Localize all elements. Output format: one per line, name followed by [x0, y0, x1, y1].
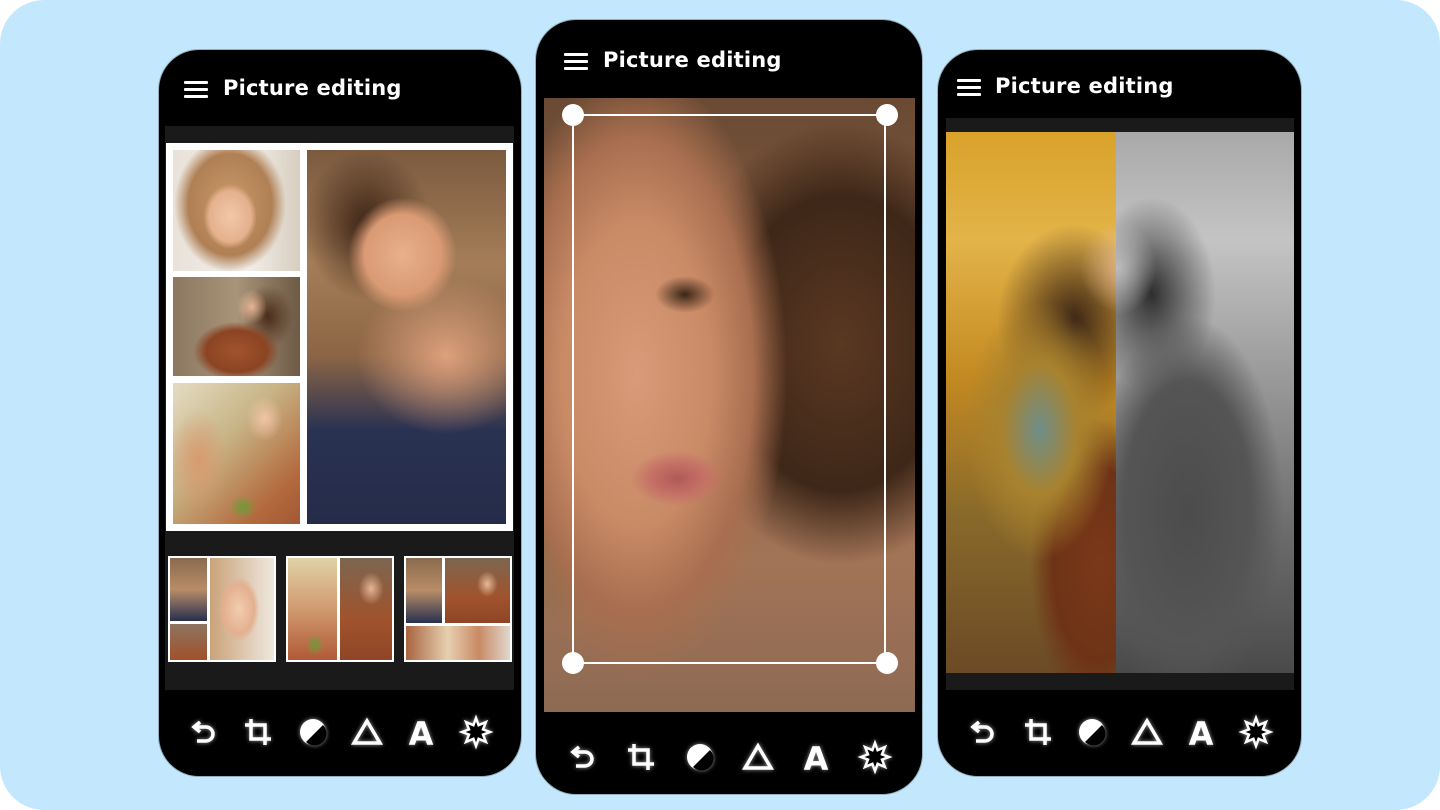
app-title: Picture editing — [995, 74, 1174, 98]
shape-button[interactable] — [350, 715, 384, 749]
crop-button[interactable] — [241, 715, 275, 749]
undo-button[interactable] — [966, 715, 1000, 749]
layout-thumbnails — [165, 556, 514, 662]
contrast-icon — [1079, 719, 1106, 746]
crop-frame[interactable] — [572, 114, 886, 664]
background-stage: Picture editing A Picture editing A Pict… — [0, 0, 1440, 810]
editor-canvas — [946, 118, 1294, 690]
text-icon: A — [1189, 715, 1214, 753]
editing-toolbar: A — [536, 735, 922, 779]
collage-photo-2[interactable] — [173, 277, 300, 376]
crop-handle-bottom-right[interactable] — [876, 652, 898, 674]
crop-icon — [628, 744, 655, 770]
text-button[interactable]: A — [404, 715, 438, 753]
collage-preview[interactable] — [166, 143, 513, 531]
app-title: Picture editing — [603, 48, 782, 72]
crop-handle-top-right[interactable] — [876, 104, 898, 126]
editing-toolbar: A — [938, 710, 1301, 754]
svg-text:A: A — [409, 715, 434, 753]
hamburger-menu-icon[interactable] — [957, 79, 981, 96]
crop-handle-bottom-left[interactable] — [562, 652, 584, 674]
contrast-button[interactable] — [683, 740, 717, 774]
contrast-icon — [686, 744, 714, 771]
shape-button[interactable] — [741, 740, 775, 774]
photo-filter-comparison[interactable] — [946, 132, 1294, 673]
undo-icon — [970, 720, 994, 743]
undo-button[interactable] — [566, 740, 600, 774]
contrast-icon — [299, 719, 327, 746]
hamburger-menu-icon[interactable] — [564, 53, 588, 70]
crop-handle-top-left[interactable] — [562, 104, 584, 126]
collage-photo-3[interactable] — [173, 383, 300, 524]
app-title: Picture editing — [223, 76, 402, 100]
svg-text:A: A — [804, 740, 829, 778]
undo-button[interactable] — [187, 715, 221, 749]
phone-filter-editor: Picture editing A — [938, 50, 1301, 776]
undo-icon — [570, 745, 594, 768]
app-header: Picture editing — [159, 50, 521, 126]
effects-button[interactable] — [458, 714, 494, 750]
triangle-icon — [742, 742, 775, 770]
effects-button[interactable] — [857, 739, 893, 775]
layout-thumbnail-1[interactable] — [168, 556, 276, 662]
color-half — [946, 132, 1116, 673]
editing-toolbar: A — [159, 710, 521, 754]
crop-icon — [245, 719, 272, 745]
text-icon: A — [804, 740, 829, 778]
sparkle-icon — [857, 739, 893, 775]
hamburger-menu-icon[interactable] — [184, 81, 208, 98]
shape-button[interactable] — [1130, 715, 1164, 749]
sparkle-icon — [458, 714, 494, 750]
layout-thumbnail-2[interactable] — [286, 556, 394, 662]
crop-button[interactable] — [624, 740, 658, 774]
app-header: Picture editing — [536, 20, 922, 96]
sparkle-icon — [1238, 714, 1274, 750]
grayscale-half — [1116, 132, 1294, 673]
triangle-icon — [351, 717, 384, 745]
crop-button[interactable] — [1021, 715, 1055, 749]
undo-icon — [191, 720, 215, 743]
text-button[interactable]: A — [799, 740, 833, 778]
crop-icon — [1024, 719, 1051, 745]
effects-button[interactable] — [1238, 714, 1274, 750]
app-header: Picture editing — [938, 50, 1301, 126]
photo-being-cropped[interactable] — [544, 98, 915, 712]
contrast-button[interactable] — [1075, 715, 1109, 749]
text-icon: A — [409, 715, 434, 753]
text-button[interactable]: A — [1184, 715, 1218, 753]
phone-collage-editor: Picture editing A — [159, 50, 521, 776]
triangle-icon — [1130, 717, 1163, 745]
layout-thumbnail-3[interactable] — [404, 556, 512, 662]
phone-crop-editor: Picture editing A — [536, 20, 922, 794]
svg-text:A: A — [1189, 715, 1214, 753]
collage-photo-1[interactable] — [173, 150, 300, 271]
collage-photo-main[interactable] — [307, 150, 506, 524]
contrast-button[interactable] — [296, 715, 330, 749]
editor-canvas — [165, 126, 514, 690]
